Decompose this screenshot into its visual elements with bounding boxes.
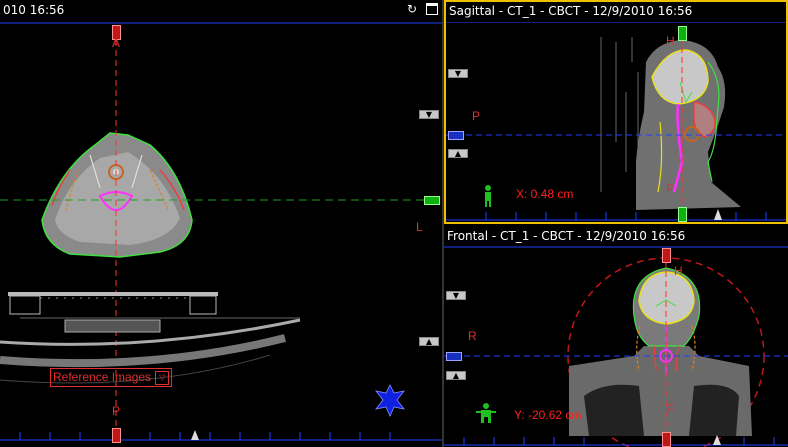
sagittal-scroll-down-button[interactable]: ▼ [448, 69, 468, 78]
axial-view-title: 010 16:56 [3, 3, 65, 17]
axial-scroll-down-button[interactable]: ▼ [419, 110, 439, 119]
axial-label-anterior: A [112, 36, 121, 50]
axial-label-posterior: P [112, 404, 121, 418]
axial-bottom-marker[interactable] [112, 428, 121, 443]
frontal-view-title-bar: Frontal - CT_1 - CBCT - 12/9/2010 16:56 [444, 226, 788, 246]
frontal-bottom-marker[interactable] [662, 432, 671, 447]
axial-label-left: L [416, 220, 423, 234]
frontal-top-marker[interactable] [662, 248, 671, 263]
sagittal-view-title: Sagittal - CT_1 - CBCT - 12/9/2010 16:56 [449, 4, 693, 18]
sagittal-label-head: H [666, 34, 675, 48]
refresh-icon[interactable]: ↻ [406, 3, 418, 15]
frontal-view-pane[interactable]: Frontal - CT_1 - CBCT - 12/9/2010 16:56 [444, 226, 788, 447]
frontal-coordinate-readout: Y: -20.62 cm [514, 408, 582, 422]
frontal-scroll-up-button[interactable]: ▲ [446, 371, 466, 380]
frontal-view-title: Frontal - CT_1 - CBCT - 12/9/2010 16:56 [447, 229, 686, 243]
axial-view-pane[interactable]: 010 16:56 ↻ ▼ ▲ A L P Reference Images ▽ [0, 0, 442, 447]
orientation-star-icon [375, 384, 405, 417]
frontal-image[interactable] [444, 246, 788, 447]
sagittal-view-pane[interactable]: Sagittal - CT_1 - CBCT - 12/9/2010 16:56 [444, 0, 788, 224]
sagittal-bottom-marker[interactable] [678, 207, 687, 222]
frontal-side-marker[interactable] [446, 352, 462, 361]
axial-view-title-bar: 010 16:56 ↻ [0, 0, 442, 20]
dropdown-arrow-icon[interactable]: ▽ [155, 370, 170, 385]
sagittal-label-foot: F [666, 182, 674, 196]
sagittal-image[interactable] [446, 22, 786, 222]
frontal-label-head: H [674, 264, 683, 278]
reference-images-label: Reference Images [53, 370, 152, 384]
sagittal-top-marker[interactable] [678, 26, 687, 41]
frontal-label-right: R [468, 329, 477, 343]
frontal-label-foot: F [666, 402, 674, 416]
sagittal-coordinate-readout: X: 0.48 cm [516, 187, 574, 201]
sagittal-scroll-up-button[interactable]: ▲ [448, 149, 468, 158]
maximize-icon[interactable] [426, 3, 438, 15]
sagittal-view-title-bar: Sagittal - CT_1 - CBCT - 12/9/2010 16:56 [446, 2, 786, 22]
frontal-scroll-down-button[interactable]: ▼ [446, 291, 466, 300]
axial-scroll-up-button[interactable]: ▲ [419, 337, 439, 346]
reference-images-dropdown[interactable]: Reference Images ▽ [50, 368, 173, 387]
person-figure-icon [476, 403, 496, 423]
axial-side-marker[interactable] [424, 196, 440, 205]
sagittal-label-posterior: P [472, 109, 481, 123]
sagittal-side-marker[interactable] [448, 131, 464, 140]
person-figure-icon [485, 185, 491, 207]
